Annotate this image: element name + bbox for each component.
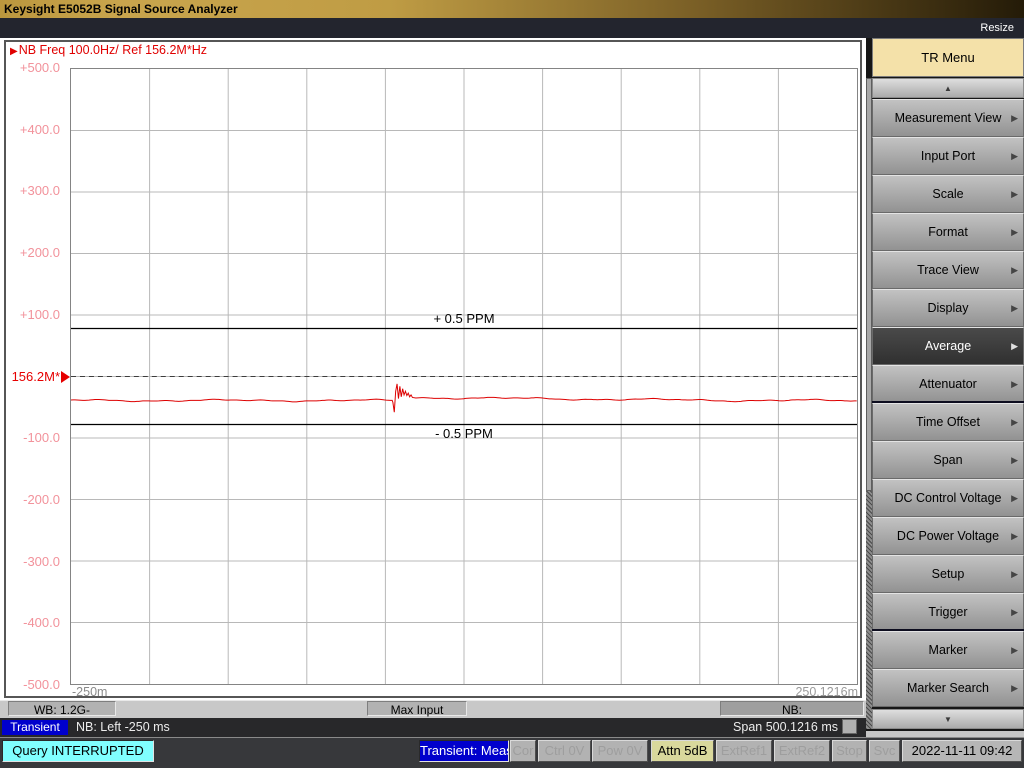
submenu-arrow-icon: ▶ bbox=[1011, 645, 1018, 656]
indicator-svc: Svc bbox=[869, 740, 900, 762]
menu-item-measurement-view[interactable]: Measurement View ▶ bbox=[872, 99, 1024, 137]
menu-item-label: Attenuator bbox=[919, 377, 977, 391]
submenu-arrow-icon: ▶ bbox=[1011, 607, 1018, 618]
menu-item-label: Format bbox=[928, 225, 968, 239]
menu-item-trigger[interactable]: Trigger ▶ bbox=[872, 593, 1024, 631]
title-bar: Keysight E5052B Signal Source Analyzer bbox=[0, 0, 1024, 18]
indicator-cor: Cor bbox=[510, 740, 536, 762]
scroll-up-icon: ▲ bbox=[944, 84, 952, 93]
span-corner-button[interactable] bbox=[842, 719, 857, 734]
menu-item-input-port[interactable]: Input Port ▶ bbox=[872, 137, 1024, 175]
menu-item-label: Span bbox=[933, 453, 962, 467]
submenu-arrow-icon: ▶ bbox=[1011, 683, 1018, 694]
window-title: Keysight E5052B Signal Source Analyzer bbox=[4, 2, 238, 16]
submenu-arrow-icon: ▶ bbox=[1011, 379, 1018, 390]
plot-canvas bbox=[71, 69, 857, 684]
y-tick-label: -500.0 bbox=[0, 677, 60, 692]
trace-header: ▶NB Freq 100.0Hz/ Ref 156.2M*Hz bbox=[10, 43, 207, 57]
window-menu-bar: Resize bbox=[0, 18, 1024, 38]
menu-item-label: Display bbox=[928, 301, 969, 315]
span-label: Span 500.1216 ms bbox=[600, 720, 838, 734]
datetime-display: 2022-11-11 09:42 bbox=[902, 740, 1022, 762]
y-tick-label: +500.0 bbox=[0, 60, 60, 75]
lower-limit-label: - 0.5 PPM bbox=[70, 426, 858, 441]
menu-item-label: DC Power Voltage bbox=[897, 529, 999, 543]
menu-item-marker-search[interactable]: Marker Search ▶ bbox=[872, 669, 1024, 707]
y-tick-label: +200.0 bbox=[0, 245, 60, 260]
submenu-arrow-icon: ▶ bbox=[1011, 303, 1018, 314]
ref-level-label: 156.2M* bbox=[0, 369, 60, 384]
indicator-stop: Stop bbox=[832, 740, 867, 762]
reference-level-marker-icon[interactable] bbox=[61, 371, 70, 383]
menu-item-label: Trace View bbox=[917, 263, 979, 277]
menu-item-scale[interactable]: Scale ▶ bbox=[872, 175, 1024, 213]
trace-scale-reference-label: NB Freq 100.0Hz/ Ref 156.2M*Hz bbox=[19, 43, 207, 57]
active-trace-marker-icon: ▶ bbox=[10, 46, 18, 57]
transient-mode-badge: Transient bbox=[2, 720, 68, 735]
submenu-arrow-icon: ▶ bbox=[1011, 455, 1018, 466]
y-tick-label: +300.0 bbox=[0, 183, 60, 198]
menu-item-label: Trigger bbox=[928, 605, 967, 619]
submenu-arrow-icon: ▶ bbox=[1011, 113, 1018, 124]
submenu-arrow-icon: ▶ bbox=[1011, 341, 1018, 352]
y-tick-label: -100.0 bbox=[0, 430, 60, 445]
instrument-screen: Keysight E5052B Signal Source Analyzer R… bbox=[0, 0, 1024, 768]
menu-item-dc-control-voltage[interactable]: DC Control Voltage ▶ bbox=[872, 479, 1024, 517]
menu-item-display[interactable]: Display ▶ bbox=[872, 289, 1024, 327]
menu-item-label: Setup bbox=[932, 567, 965, 581]
upper-limit-label: + 0.5 PPM bbox=[70, 311, 858, 326]
indicator-ctrl-0v: Ctrl 0V bbox=[538, 740, 591, 762]
menu-item-label: DC Control Voltage bbox=[894, 491, 1001, 505]
x-axis-start-label: -250m bbox=[72, 685, 107, 699]
y-tick-label: +100.0 bbox=[0, 307, 60, 322]
menu-item-label: Time Offset bbox=[916, 415, 980, 429]
menu-item-trace-view[interactable]: Trace View ▶ bbox=[872, 251, 1024, 289]
menu-item-label: Marker bbox=[929, 643, 968, 657]
menu-item-setup[interactable]: Setup ▶ bbox=[872, 555, 1024, 593]
x-axis-stop-label: 250.1216m bbox=[700, 685, 858, 699]
menu-item-label: Measurement View bbox=[895, 111, 1002, 125]
indicator-extref1: ExtRef1 bbox=[716, 740, 772, 762]
y-tick-label: -300.0 bbox=[0, 554, 60, 569]
transient-meas-badge: Transient: Meas bbox=[419, 740, 509, 762]
y-tick-label: -400.0 bbox=[0, 615, 60, 630]
menu-item-marker[interactable]: Marker ▶ bbox=[872, 631, 1024, 669]
y-tick-label: +400.0 bbox=[0, 122, 60, 137]
y-tick-label: -200.0 bbox=[0, 492, 60, 507]
submenu-arrow-icon: ▶ bbox=[1011, 227, 1018, 238]
menu-item-average[interactable]: Average ▶ bbox=[872, 327, 1024, 365]
plot-area bbox=[70, 68, 858, 685]
menu-item-label: Marker Search bbox=[907, 681, 989, 695]
softkey-menu-title: TR Menu bbox=[872, 38, 1024, 77]
menu-bottom-strip bbox=[866, 731, 1024, 737]
menu-item-format[interactable]: Format ▶ bbox=[872, 213, 1024, 251]
submenu-arrow-icon: ▶ bbox=[1011, 531, 1018, 542]
indicator-extref2: ExtRef2 bbox=[774, 740, 830, 762]
menu-scroll-up-button[interactable]: ▲ bbox=[872, 78, 1024, 98]
submenu-arrow-icon: ▶ bbox=[1011, 417, 1018, 428]
nb-position-label: NB: Left -250 ms bbox=[76, 720, 170, 734]
indicator-pow-0v: Pow 0V bbox=[592, 740, 648, 762]
menu-item-attenuator[interactable]: Attenuator ▶ bbox=[872, 365, 1024, 403]
status-message: Query INTERRUPTED bbox=[2, 740, 154, 762]
resize-button[interactable]: Resize bbox=[980, 22, 1014, 34]
max-input-button[interactable]: Max Input 0dBm bbox=[367, 701, 467, 716]
submenu-arrow-icon: ▶ bbox=[1011, 265, 1018, 276]
scroll-down-icon: ▼ bbox=[944, 715, 952, 724]
indicator-attn-5db: Attn 5dB bbox=[651, 740, 714, 762]
wb-range-button[interactable]: WB: 1.2G-400MHz bbox=[8, 701, 116, 716]
menu-item-dc-power-voltage[interactable]: DC Power Voltage ▶ bbox=[872, 517, 1024, 555]
menu-item-label: Average bbox=[925, 339, 971, 353]
menu-item-time-offset[interactable]: Time Offset ▶ bbox=[872, 403, 1024, 441]
submenu-arrow-icon: ▶ bbox=[1011, 569, 1018, 580]
menu-scroll-down-button[interactable]: ▼ bbox=[872, 709, 1024, 729]
submenu-arrow-icon: ▶ bbox=[1011, 493, 1018, 504]
submenu-arrow-icon: ▶ bbox=[1011, 189, 1018, 200]
nb-range-button[interactable]: NB: 156.2M*-156.3M*Hz bbox=[720, 701, 864, 716]
submenu-arrow-icon: ▶ bbox=[1011, 151, 1018, 162]
menu-item-label: Scale bbox=[932, 187, 963, 201]
menu-item-label: Input Port bbox=[921, 149, 975, 163]
menu-item-span[interactable]: Span ▶ bbox=[872, 441, 1024, 479]
